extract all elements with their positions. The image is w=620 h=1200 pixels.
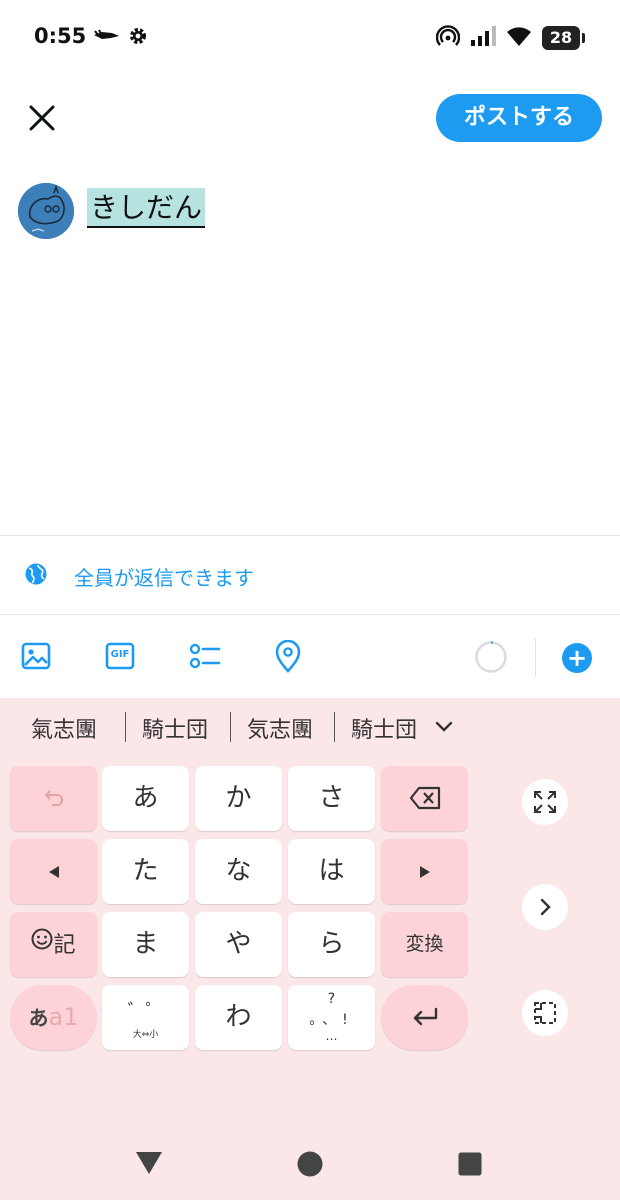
expand-icon — [534, 791, 556, 813]
candidate-2[interactable]: 騎士団 — [142, 712, 208, 744]
enter-key[interactable] — [381, 985, 468, 1050]
cursor-right-key[interactable] — [381, 839, 468, 904]
image-icon — [21, 642, 51, 670]
signal-icon — [470, 25, 496, 51]
hotspot-icon — [435, 24, 461, 52]
input-mode-key[interactable]: あa1 — [10, 985, 97, 1050]
candidate-1[interactable]: 氣志團 — [31, 712, 97, 744]
dakuten-sub: 大⇔小 — [132, 1030, 159, 1040]
globe-icon — [24, 562, 48, 590]
key-ta[interactable]: た — [102, 839, 189, 904]
candidate-separator — [334, 712, 335, 742]
poll-button[interactable] — [188, 640, 224, 676]
gif-button[interactable]: GIF — [104, 640, 140, 676]
close-button[interactable] — [24, 100, 60, 136]
key-ka[interactable]: か — [195, 766, 282, 831]
punctuation-key[interactable]: ? 。、! … — [288, 985, 375, 1050]
chevron-right-icon — [540, 898, 551, 916]
divider — [0, 535, 620, 536]
smiley-icon — [31, 910, 53, 975]
chevron-down-icon[interactable] — [432, 714, 456, 738]
character-counter — [474, 640, 508, 674]
triangle-right-icon — [419, 866, 430, 878]
candidate-bar: 氣志團 騎士団 気志團 騎士団 — [0, 698, 620, 760]
status-bar: 0:55 28 — [0, 0, 620, 78]
punct-top: ? — [327, 991, 336, 1007]
compose-text[interactable]: きしだん — [87, 188, 206, 228]
backspace-key[interactable] — [381, 766, 468, 831]
punct-bottom: … — [325, 1029, 338, 1043]
location-button[interactable] — [272, 639, 308, 676]
mode-kana-label: あ — [28, 1006, 49, 1030]
key-sa[interactable]: さ — [288, 766, 375, 831]
image-button[interactable] — [20, 640, 56, 676]
avatar[interactable] — [18, 183, 74, 239]
nav-back-icon[interactable] — [135, 1151, 163, 1179]
key-ra[interactable]: ら — [288, 912, 375, 977]
key-ma[interactable]: ま — [102, 912, 189, 977]
location-icon — [275, 639, 301, 673]
backspace-icon — [409, 786, 440, 810]
plus-icon: + — [566, 644, 588, 672]
kigou-label: 記 — [53, 933, 76, 958]
triangle-left-icon — [48, 866, 59, 878]
status-time: 0:55 — [34, 24, 87, 48]
key-ha[interactable]: は — [288, 839, 375, 904]
candidate-separator — [125, 712, 126, 742]
nav-home-icon[interactable] — [297, 1151, 323, 1181]
convert-key[interactable]: 変換 — [381, 912, 468, 977]
candidate-3[interactable]: 気志團 — [247, 712, 313, 744]
key-a[interactable]: あ — [102, 766, 189, 831]
cursor-left-key[interactable] — [10, 839, 97, 904]
undo-key[interactable] — [10, 766, 97, 831]
gear-icon — [128, 26, 148, 50]
poll-icon — [189, 643, 221, 669]
emoji-symbol-key[interactable]: 記 — [10, 912, 97, 977]
enter-icon — [413, 1007, 437, 1026]
candidate-4[interactable]: 騎士団 — [351, 712, 417, 744]
key-wa[interactable]: わ — [195, 985, 282, 1050]
nav-recents-icon[interactable] — [458, 1152, 482, 1180]
expand-keyboard-button[interactable] — [522, 779, 568, 825]
divider — [0, 614, 620, 615]
toolbar-divider — [535, 638, 536, 676]
selection-icon — [534, 1002, 556, 1024]
status-right-group: 28 — [435, 24, 585, 52]
bird-app-icon — [92, 26, 120, 50]
dakuten-key[interactable]: ゛゜ 大⇔小 — [102, 985, 189, 1050]
reply-setting-label: 全員が返信できます — [74, 565, 254, 590]
keyboard: 氣志團 騎士団 気志團 騎士団 あ か さ た な は 記 ま や ら 変換 あ… — [0, 698, 620, 1200]
punct-mid: 。、! — [309, 1012, 354, 1028]
reply-setting-button[interactable]: 全員が返信できます — [24, 556, 254, 596]
close-icon — [29, 105, 55, 131]
select-mode-button[interactable] — [522, 990, 568, 1036]
key-ya[interactable]: や — [195, 912, 282, 977]
next-candidate-button[interactable] — [522, 884, 568, 930]
candidate-separator — [230, 712, 231, 742]
wifi-icon — [506, 25, 532, 51]
gif-label: GIF — [110, 649, 130, 660]
dakuten-marks: ゛゜ — [127, 1001, 164, 1022]
key-na[interactable]: な — [195, 839, 282, 904]
add-post-button[interactable]: + — [562, 643, 592, 673]
battery-icon: 28 — [542, 26, 585, 50]
mode-alpha-label: a1 — [48, 1003, 79, 1031]
post-button[interactable]: ポストする — [436, 94, 602, 142]
